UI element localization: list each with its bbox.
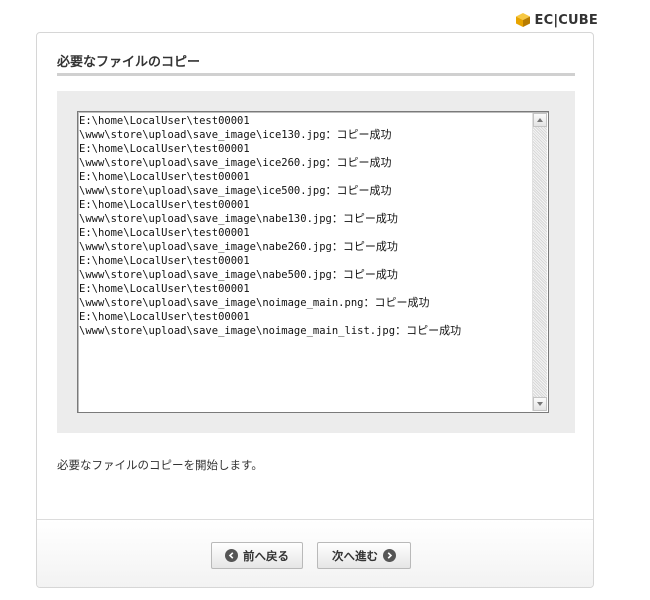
log-line: \www\store\upload\save_image\ice260.jpg：… — [79, 156, 531, 170]
log-line: \www\store\upload\save_image\nabe260.jpg… — [79, 240, 531, 254]
log-path: E:\home\LocalUser\test00001 — [79, 283, 250, 295]
navigation-footer: 前へ戻る 次へ進む — [37, 519, 593, 587]
log-path: \www\store\upload\save_image\noimage_mai… — [79, 325, 396, 337]
panel-title: 必要なファイルのコピー — [57, 55, 201, 70]
log-status: ：コピー成功 — [325, 128, 392, 141]
log-path: E:\home\LocalUser\test00001 — [79, 199, 250, 211]
log-path: E:\home\LocalUser\test00001 — [79, 171, 250, 183]
circle-right-arrow-icon — [383, 549, 396, 562]
log-path: \www\store\upload\save_image\ice260.jpg — [79, 157, 326, 169]
log-path: E:\home\LocalUser\test00001 — [79, 143, 250, 155]
back-button-label: 前へ戻る — [243, 548, 289, 563]
logo-text: EC|CUBE — [534, 12, 598, 28]
log-path: \www\store\upload\save_image\ice130.jpg — [79, 129, 326, 141]
log-line: E:\home\LocalUser\test00001 — [79, 198, 531, 212]
log-path: \www\store\upload\save_image\noimage_mai… — [79, 297, 364, 309]
log-status: ：コピー成功 — [331, 268, 398, 281]
log-status: ：コピー成功 — [395, 324, 462, 337]
log-status: ：コピー成功 — [331, 240, 398, 253]
scroll-down-button[interactable] — [533, 397, 547, 411]
log-path: E:\home\LocalUser\test00001 — [79, 255, 250, 267]
log-line: E:\home\LocalUser\test00001 — [79, 310, 531, 324]
log-content: E:\home\LocalUser\test00001 \www\store\up… — [79, 114, 531, 410]
back-button[interactable]: 前へ戻る — [211, 542, 303, 569]
log-path: \www\store\upload\save_image\nabe500.jpg — [79, 269, 332, 281]
circle-left-arrow-icon — [225, 549, 238, 562]
triangle-down-icon — [537, 402, 543, 406]
log-path: E:\home\LocalUser\test00001 — [79, 311, 250, 323]
log-line: E:\home\LocalUser\test00001 — [79, 114, 531, 128]
scroll-up-button[interactable] — [533, 113, 547, 127]
log-status: ：コピー成功 — [363, 296, 430, 309]
log-status: ：コピー成功 — [325, 156, 392, 169]
log-line: \www\store\upload\save_image\nabe130.jpg… — [79, 212, 531, 226]
log-line: \www\store\upload\save_image\noimage_mai… — [79, 296, 531, 310]
log-status: ：コピー成功 — [331, 212, 398, 225]
log-status: ：コピー成功 — [325, 184, 392, 197]
installer-page: EC|CUBE 必要なファイルのコピー E:\home\LocalUser\te… — [0, 0, 650, 600]
heading-divider — [57, 73, 575, 76]
triangle-up-icon — [537, 118, 543, 122]
log-path: \www\store\upload\save_image\ice500.jpg — [79, 185, 326, 197]
log-line: E:\home\LocalUser\test00001 — [79, 254, 531, 268]
vertical-scrollbar[interactable] — [532, 113, 547, 411]
log-line: E:\home\LocalUser\test00001 — [79, 282, 531, 296]
log-area: E:\home\LocalUser\test00001 \www\store\up… — [57, 91, 575, 433]
log-line: \www\store\upload\save_image\nabe500.jpg… — [79, 268, 531, 282]
log-path: E:\home\LocalUser\test00001 — [79, 227, 250, 239]
log-path: \www\store\upload\save_image\nabe260.jpg — [79, 241, 332, 253]
log-line: E:\home\LocalUser\test00001 — [79, 170, 531, 184]
copy-files-panel: 必要なファイルのコピー E:\home\LocalUser\test00001 \… — [36, 32, 594, 588]
next-button[interactable]: 次へ進む — [317, 542, 411, 569]
log-line: \www\store\upload\save_image\noimage_mai… — [79, 324, 531, 338]
log-line: \www\store\upload\save_image\ice130.jpg：… — [79, 128, 531, 142]
log-line: E:\home\LocalUser\test00001 — [79, 226, 531, 240]
log-line: E:\home\LocalUser\test00001 — [79, 142, 531, 156]
copy-log-textarea[interactable]: E:\home\LocalUser\test00001 \www\store\up… — [77, 111, 549, 413]
log-line: \www\store\upload\save_image\ice500.jpg：… — [79, 184, 531, 198]
log-path: \www\store\upload\save_image\nabe130.jpg — [79, 213, 332, 225]
ec-cube-logo: EC|CUBE — [515, 10, 598, 30]
cube-icon — [515, 13, 530, 27]
status-message: 必要なファイルのコピーを開始します。 — [57, 458, 263, 472]
log-path: E:\home\LocalUser\test00001 — [79, 115, 250, 127]
next-button-label: 次へ進む — [332, 548, 378, 563]
